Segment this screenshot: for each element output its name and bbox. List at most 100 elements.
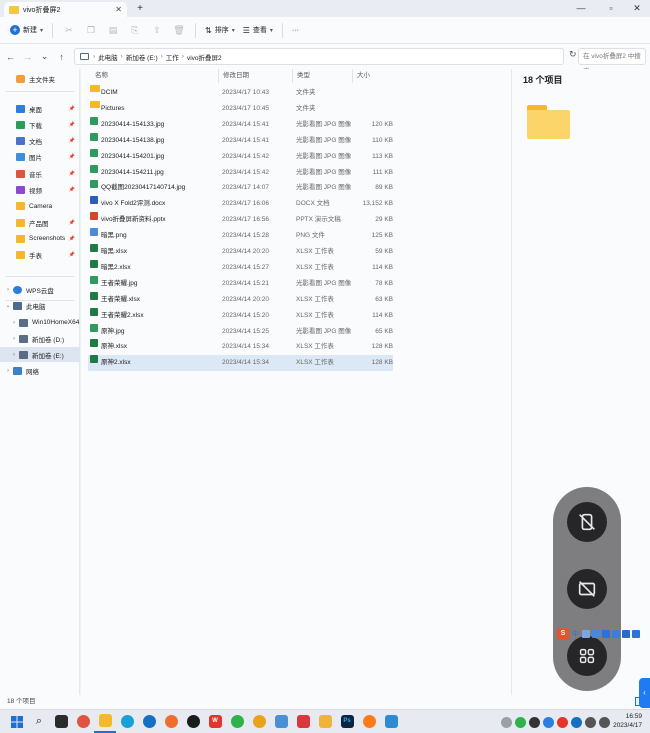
breadcrumb-work[interactable]: 工作: [166, 52, 179, 62]
breadcrumb-vivo-folder[interactable]: vivo折叠屏2: [187, 52, 222, 62]
pin-icon[interactable]: 📌: [69, 106, 75, 112]
sidebar-item-quick-access[interactable]: 产品图 📌: [0, 215, 80, 230]
monitor-app-taskbar[interactable]: [380, 711, 402, 733]
search-input[interactable]: 在 vivo折叠屏2 中搜索 ⌕: [578, 48, 646, 75]
pin-icon[interactable]: 📌: [69, 154, 75, 160]
sogou-ime-icon[interactable]: S: [557, 627, 569, 640]
file-row[interactable]: QQ截图20230417140714.jpg 2023/4/17 14:07 光影看…: [88, 180, 393, 196]
volume-icon[interactable]: [599, 716, 610, 728]
file-explorer-taskbar[interactable]: [94, 711, 116, 733]
file-row[interactable]: 王者荣耀.jpg 2023/4/14 15:21 光影看图 JPG 图像 78 KB: [88, 275, 393, 292]
file-row[interactable]: vivo X Fold2评测.docx 2023/4/17 16:06 DOCX 文…: [88, 196, 393, 212]
cut-icon[interactable]: ✂: [58, 21, 80, 39]
pin-icon[interactable]: 📌: [69, 187, 75, 193]
chevron-right-icon[interactable]: ›: [4, 287, 12, 293]
column-header-size[interactable]: 大小: [352, 69, 370, 83]
skin-icon[interactable]: [622, 629, 630, 638]
file-row[interactable]: Pictures 2023/4/17 10:45 文件夹: [88, 100, 393, 117]
new-button[interactable]: + 新建 ▾: [6, 21, 47, 39]
sidebar-item-quick-access[interactable]: 视频 📌: [0, 183, 80, 198]
up-arrow-icon[interactable]: ↑: [53, 52, 70, 62]
file-row[interactable]: DCIM 2023/4/17 10:43 文件夹: [88, 85, 393, 101]
sidebar-item-quick-access[interactable]: 桌面 📌: [0, 101, 80, 116]
more-options-button[interactable]: ···: [288, 21, 303, 39]
new-tab-button[interactable]: +: [133, 2, 147, 15]
task-view-button[interactable]: [50, 711, 72, 733]
column-header-name[interactable]: 名称: [95, 69, 108, 83]
delete-icon[interactable]: 🗑: [168, 21, 190, 39]
back-arrow-icon[interactable]: ←: [2, 52, 19, 62]
paste-icon[interactable]: ▤: [102, 21, 124, 39]
chevron-down-icon[interactable]: ⌄: [4, 302, 12, 309]
network-app-taskbar[interactable]: [270, 711, 292, 733]
address-bar[interactable]: › 此电脑 › 新加卷 (E:) › 工作 › vivo折叠屏2: [74, 48, 564, 65]
file-row[interactable]: 20230414-154138.jpg 2023/4/14 15:41 光影看图 J…: [88, 132, 393, 149]
column-header-type[interactable]: 类型: [292, 69, 310, 83]
browser-taskbar[interactable]: [138, 711, 160, 733]
sidebar-item-quick-access[interactable]: 下载 📌: [0, 117, 80, 132]
pin-icon[interactable]: 📌: [69, 220, 75, 226]
ime-mode[interactable]: 中: [572, 629, 579, 639]
sidebar-item-drive-c[interactable]: › Win10HomeX64: [0, 315, 80, 330]
qq-taskbar[interactable]: [182, 711, 204, 733]
wifi-icon[interactable]: [585, 716, 596, 728]
sidebar-item-quick-access[interactable]: Camera: [0, 199, 80, 214]
punctuation-icon[interactable]: [582, 629, 590, 638]
rename-icon[interactable]: ⎘: [124, 21, 146, 39]
close-tab-icon[interactable]: ✕: [115, 5, 122, 14]
photoshop-taskbar[interactable]: Ps: [336, 711, 358, 733]
pin-icon[interactable]: 📌: [69, 252, 75, 258]
bluetooth-icon[interactable]: [571, 716, 582, 728]
sort-button[interactable]: ⇅ 排序 ▾: [201, 21, 239, 39]
copy-icon[interactable]: ❐: [80, 21, 102, 39]
qq-tray-icon[interactable]: [529, 716, 540, 728]
maximize-button[interactable]: ▫: [598, 0, 624, 17]
file-row[interactable]: 原神2.xlsx 2023/4/14 15:34 XLSX 工作表 128 KB: [88, 355, 393, 372]
emoji-icon[interactable]: [592, 629, 600, 638]
cloud-tray-icon[interactable]: [543, 716, 554, 728]
microphone-icon[interactable]: [602, 629, 610, 638]
file-row[interactable]: 暗黑.xlsx 2023/4/14 20:20 XLSX 工作表 59 KB: [88, 244, 393, 260]
file-row[interactable]: 王者荣耀.xlsx 2023/4/14 20:20 XLSX 工作表 63 KB: [88, 291, 393, 308]
sidebar-item-quick-access[interactable]: 文档 📌: [0, 134, 80, 149]
sidebar-item-quick-access[interactable]: 手表 📌: [0, 248, 80, 263]
file-row[interactable]: 20230414-154211.jpg 2023/4/14 15:42 光影看图 J…: [88, 164, 393, 181]
sidebar-item-drive-e[interactable]: › 新加卷 (E:): [0, 347, 80, 362]
keyboard-icon[interactable]: [612, 629, 620, 638]
search-taskbar-button[interactable]: ⌕: [28, 711, 50, 733]
file-row[interactable]: vivo折叠屏新资料.pptx 2023/4/17 16:56 PPTX 演示文稿 2…: [88, 212, 393, 228]
file-row[interactable]: 20230414-154133.jpg 2023/4/14 15:41 光影看图 J…: [88, 116, 393, 133]
breadcrumb-pc[interactable]: 此电脑: [98, 52, 118, 62]
app-tray-icon[interactable]: [557, 716, 568, 728]
sidebar-item-quick-access[interactable]: 图片 📌: [0, 150, 80, 165]
chevron-up-icon[interactable]: [501, 716, 512, 728]
sidebar-item-drive-d[interactable]: › 新加卷 (D:): [0, 331, 80, 346]
file-row[interactable]: 暗黑.png 2023/4/14 15:28 PNG 文件 125 KB: [88, 228, 393, 244]
recent-chevron-icon[interactable]: ⌄: [36, 51, 53, 62]
firefox-taskbar[interactable]: [160, 711, 182, 733]
rotation-lock-button[interactable]: [567, 502, 607, 542]
pin-icon[interactable]: 📌: [69, 236, 75, 242]
file-row[interactable]: 原神.jpg 2023/4/14 15:25 光影看图 JPG 图像 65 KB: [88, 323, 393, 340]
edge-taskbar[interactable]: [116, 711, 138, 733]
view-button[interactable]: ☰ 查看 ▾: [239, 21, 277, 39]
media-app-taskbar[interactable]: [292, 711, 314, 733]
chevron-right-icon[interactable]: ›: [10, 320, 18, 326]
widgets-button[interactable]: [72, 711, 94, 733]
file-row[interactable]: 王者荣耀2.xlsx 2023/4/14 15:20 XLSX 工作表 114 KB: [88, 307, 393, 324]
pin-icon[interactable]: 📌: [69, 122, 75, 128]
toolbox-icon[interactable]: [632, 629, 640, 638]
share-icon[interactable]: ⇪: [146, 21, 168, 39]
sidebar-item-this-pc[interactable]: ⌄ 此电脑: [0, 298, 80, 313]
close-window-button[interactable]: ✕: [624, 0, 650, 17]
chevron-right-icon[interactable]: ›: [4, 368, 12, 374]
sidebar-item-quick-access[interactable]: 音乐 📌: [0, 166, 80, 181]
refresh-icon[interactable]: ↻: [569, 49, 577, 60]
store-taskbar[interactable]: [314, 711, 336, 733]
firefox2-taskbar[interactable]: [358, 711, 380, 733]
apps-grid-button[interactable]: [567, 636, 607, 676]
tab-vivo-folder[interactable]: vivo折叠屏2 ✕: [4, 2, 127, 17]
wechat-tray-icon[interactable]: [515, 716, 526, 728]
wechat-taskbar[interactable]: [226, 711, 248, 733]
breadcrumb-drive-e[interactable]: 新加卷 (E:): [126, 52, 158, 62]
